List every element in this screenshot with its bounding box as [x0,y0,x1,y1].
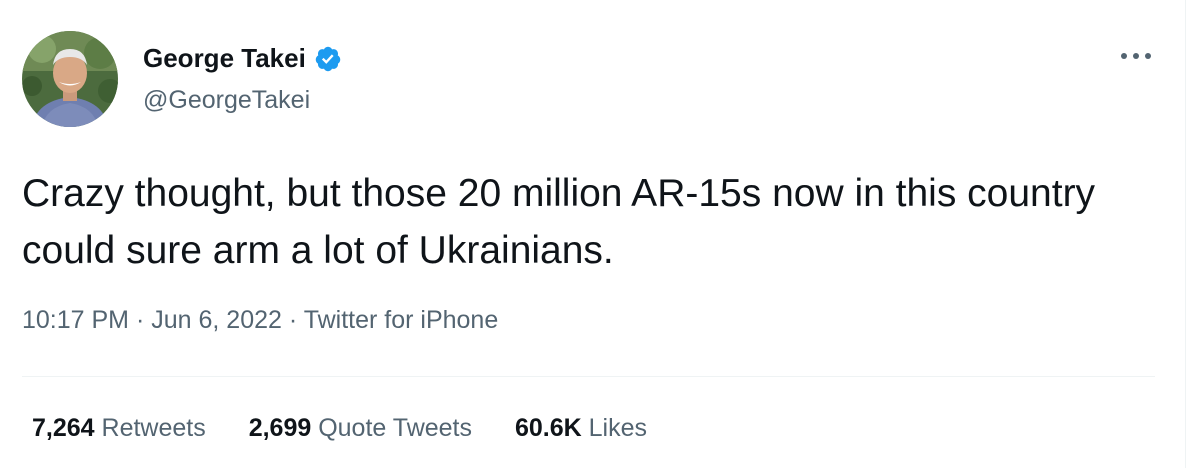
author-handle[interactable]: @GeorgeTakei [143,86,310,115]
meta-separator: · [288,306,298,334]
more-horizontal-icon [1121,53,1127,59]
engagement-stats: 7,264 Retweets 2,699 Quote Tweets 60.6K … [32,414,683,443]
quote-tweets-stat[interactable]: 2,699 Quote Tweets [249,414,472,443]
tweet-date[interactable]: Jun 6, 2022 [151,306,282,334]
meta-separator: · [135,306,145,334]
tweet-source[interactable]: Twitter for iPhone [304,306,499,334]
quote-tweets-count: 2,699 [248,414,312,442]
tweet-card: George Takei @GeorgeTakei Crazy thought,… [0,0,1196,468]
more-dot [1133,53,1139,59]
author-display-name[interactable]: George Takei [143,43,306,74]
likes-count: 60.6K [514,414,582,442]
retweets-label: Retweets [101,414,206,442]
divider [22,376,1155,377]
tweet-time[interactable]: 10:17 PM [22,306,129,334]
verified-badge-icon [314,45,342,73]
retweets-count: 7,264 [32,414,95,442]
tweet-metadata: 10:17 PM · Jun 6, 2022 · Twitter for iPh… [22,306,498,335]
avatar[interactable] [22,31,118,127]
retweets-stat[interactable]: 7,264 Retweets [32,414,206,443]
author-name-row: George Takei [143,43,342,74]
quote-tweets-label: Quote Tweets [318,414,472,442]
avatar-photo [22,31,118,127]
column-border [1185,0,1186,468]
more-dot [1145,53,1151,59]
tweet-text: Crazy thought, but those 20 million AR-1… [22,172,1096,272]
likes-label: Likes [588,414,647,442]
more-options-button[interactable] [1119,44,1153,68]
likes-stat[interactable]: 60.6K Likes [515,414,647,443]
